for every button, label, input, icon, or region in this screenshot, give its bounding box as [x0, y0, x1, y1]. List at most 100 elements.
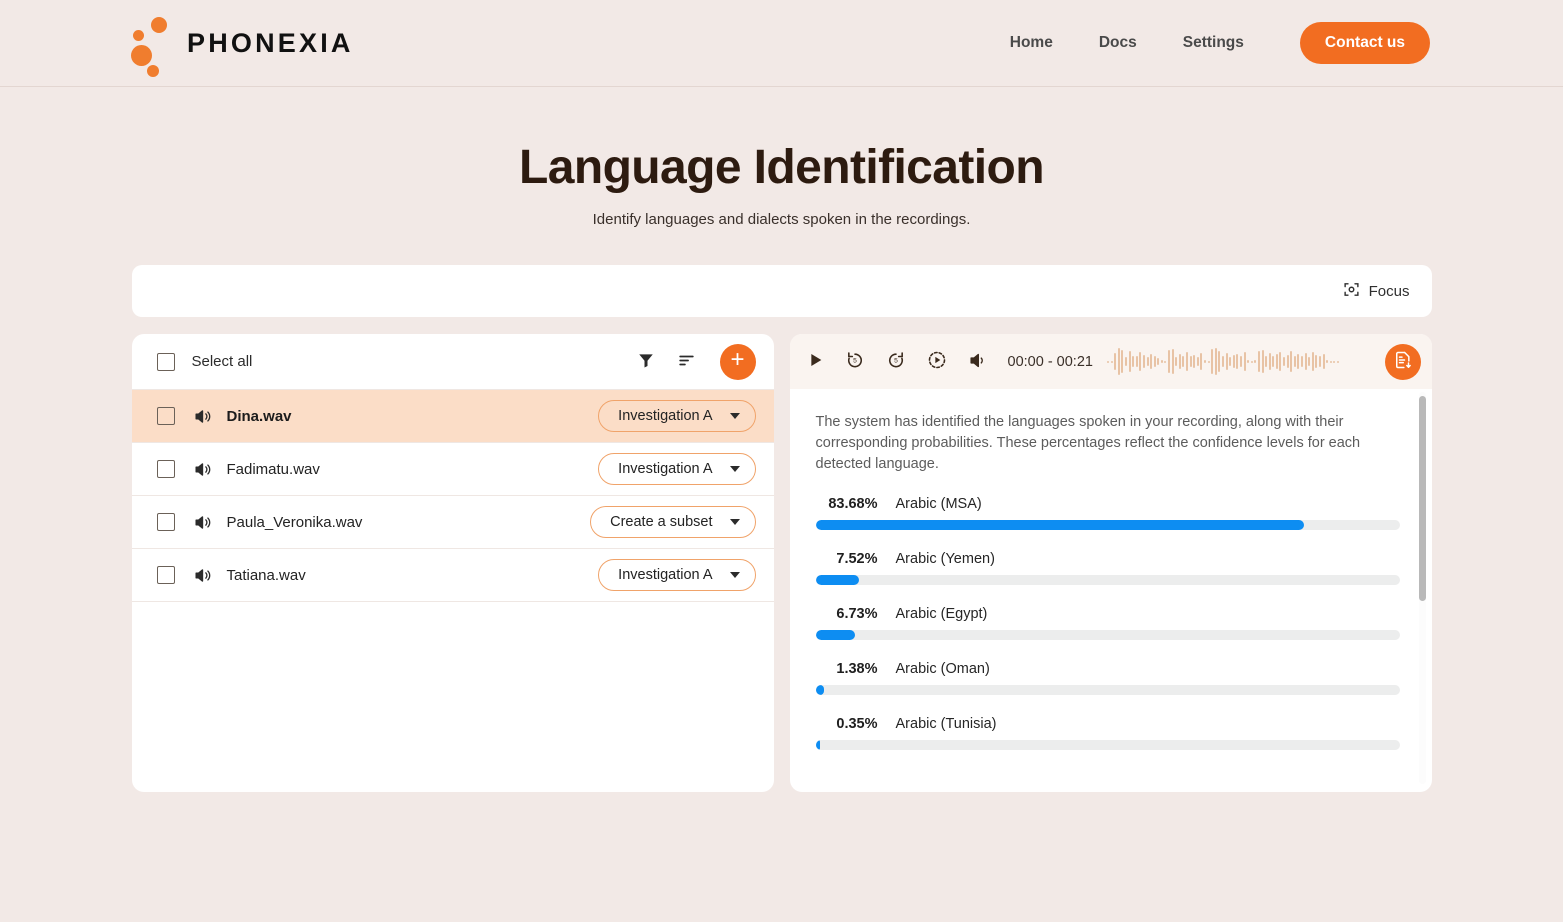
language-row-header: 0.35% Arabic (Tunisia): [816, 716, 1400, 732]
main-nav: Home Docs Settings Contact us: [987, 22, 1430, 64]
volume-button[interactable]: [968, 351, 987, 373]
investigation-dropdown[interactable]: Investigation A: [598, 453, 756, 485]
speaker-icon: [193, 566, 212, 585]
select-all-label: Select all: [191, 353, 253, 370]
files-toolbar-actions: +: [637, 343, 756, 380]
probability-bar-fill: [815, 740, 820, 751]
forward-5-button[interactable]: 5: [886, 350, 906, 373]
chevron-down-icon: [729, 572, 740, 578]
probability-bar-track: [815, 520, 1400, 531]
language-name: Arabic (MSA): [895, 496, 982, 513]
list-item[interactable]: Dina.wav Investigation A: [131, 390, 774, 443]
investigation-label: Investigation A: [618, 461, 713, 477]
investigation-dropdown[interactable]: Create a subset: [590, 506, 756, 538]
nav-item-settings[interactable]: Settings: [1160, 34, 1267, 52]
focus-bar: Focus: [131, 265, 1432, 317]
speaker-icon: [193, 407, 212, 426]
language-row-header: 83.68% Arabic (MSA): [816, 496, 1400, 512]
play-icon: [808, 351, 824, 372]
focus-icon: [1343, 281, 1360, 302]
probability-bar-track: [815, 575, 1400, 586]
probability-bar-track: [815, 685, 1400, 696]
file-name: Paula_Veronika.wav: [226, 513, 363, 531]
list-item[interactable]: Paula_Veronika.wav Create a subset: [131, 496, 774, 549]
list-item[interactable]: Fadimatu.wav Investigation A: [131, 443, 774, 496]
language-row-header: 6.73% Arabic (Egypt): [816, 606, 1400, 622]
speaker-icon: [193, 460, 212, 479]
files-toolbar: Select all +: [131, 334, 774, 390]
phonexia-dots-icon: [131, 17, 173, 77]
logo-text: PHONEXIA: [187, 27, 354, 58]
document-download-icon: [1393, 350, 1413, 373]
language-probability-list: 83.68% Arabic (MSA) 7.52% Arabic (Yemen) 6.7…: [815, 496, 1400, 751]
language-name: Arabic (Tunisia): [895, 716, 997, 733]
language-probability-item: 1.38% Arabic (Oman): [815, 661, 1400, 696]
chevron-down-icon: [729, 519, 740, 525]
list-item[interactable]: Tatiana.wav Investigation A: [131, 549, 774, 602]
rewind-5-icon: 5: [845, 350, 865, 373]
results-description: The system has identified the languages …: [815, 414, 1361, 473]
sort-icon: [677, 351, 696, 373]
page-subtitle: Identify languages and dialects spoken i…: [592, 211, 971, 228]
page-heading-block: Language Identification Identify languag…: [0, 87, 1563, 228]
language-name: Arabic (Yemen): [895, 551, 995, 568]
language-percentage: 0.35%: [836, 716, 878, 733]
language-percentage: 1.38%: [836, 661, 878, 678]
results-body: The system has identified the languages …: [790, 389, 1432, 792]
probability-bar-track: [815, 630, 1400, 641]
language-percentage: 83.68%: [828, 496, 878, 513]
main-content: Select all + Dina.wav Investigation A Fa…: [131, 334, 1432, 792]
language-row-header: 7.52% Arabic (Yemen): [816, 551, 1400, 567]
dashed-circle-play-icon: [927, 350, 947, 373]
probability-bar-track: [815, 740, 1400, 751]
probability-bar-fill: [815, 630, 855, 641]
forward-5-icon: 5: [886, 350, 906, 373]
nav-item-docs[interactable]: Docs: [1076, 34, 1160, 52]
nav-item-home[interactable]: Home: [987, 34, 1076, 52]
row-checkbox[interactable]: [156, 566, 175, 584]
language-name: Arabic (Oman): [895, 661, 990, 678]
probability-bar-fill: [815, 575, 860, 586]
language-probability-item: 7.52% Arabic (Yemen): [815, 551, 1400, 586]
row-checkbox[interactable]: [156, 513, 175, 531]
waveform[interactable]: [1106, 347, 1375, 377]
investigation-dropdown[interactable]: Investigation A: [598, 559, 756, 591]
investigation-dropdown[interactable]: Investigation A: [598, 400, 756, 432]
focus-label: Focus: [1368, 282, 1410, 300]
volume-icon: [968, 351, 987, 373]
playback-time: 00:00 - 00:21: [1007, 353, 1093, 370]
probability-bar-fill: [815, 685, 824, 696]
language-row-header: 1.38% Arabic (Oman): [816, 661, 1400, 677]
playback-loop-button[interactable]: [927, 350, 947, 373]
file-name: Dina.wav: [226, 407, 292, 425]
probability-bar-fill: [815, 520, 1305, 531]
sort-button[interactable]: [677, 351, 696, 373]
row-checkbox[interactable]: [156, 407, 175, 425]
rewind-5-button[interactable]: 5: [845, 350, 865, 373]
row-checkbox[interactable]: [156, 460, 175, 478]
play-button[interactable]: [808, 351, 824, 372]
logo[interactable]: PHONEXIA: [131, 17, 354, 77]
audio-player-toolbar: 5 5 00:00 - 00:21: [789, 334, 1432, 389]
svg-text:5: 5: [894, 358, 898, 365]
results-panel: 5 5 00:00 - 00:21 The system has identif…: [789, 334, 1432, 792]
language-name: Arabic (Egypt): [895, 606, 988, 623]
focus-button[interactable]: Focus: [1343, 281, 1410, 302]
filter-icon: [637, 351, 655, 372]
contact-us-button[interactable]: Contact us: [1299, 22, 1430, 64]
add-recording-button[interactable]: +: [719, 343, 756, 380]
filter-button[interactable]: [637, 351, 655, 372]
investigation-label: Investigation A: [618, 408, 713, 424]
investigation-label: Investigation A: [618, 567, 713, 583]
investigation-label: Create a subset: [610, 514, 713, 530]
page-title: Language Identification: [519, 141, 1044, 194]
chevron-down-icon: [729, 413, 740, 419]
language-probability-item: 0.35% Arabic (Tunisia): [815, 716, 1400, 751]
app-header: PHONEXIA Home Docs Settings Contact us: [0, 0, 1563, 87]
select-all-checkbox[interactable]: [156, 352, 175, 371]
language-percentage: 6.73%: [836, 606, 878, 623]
file-name: Fadimatu.wav: [226, 460, 320, 478]
language-probability-item: 6.73% Arabic (Egypt): [815, 606, 1400, 641]
download-report-button[interactable]: [1384, 343, 1421, 380]
results-scrollbar-thumb[interactable]: [1418, 396, 1426, 601]
